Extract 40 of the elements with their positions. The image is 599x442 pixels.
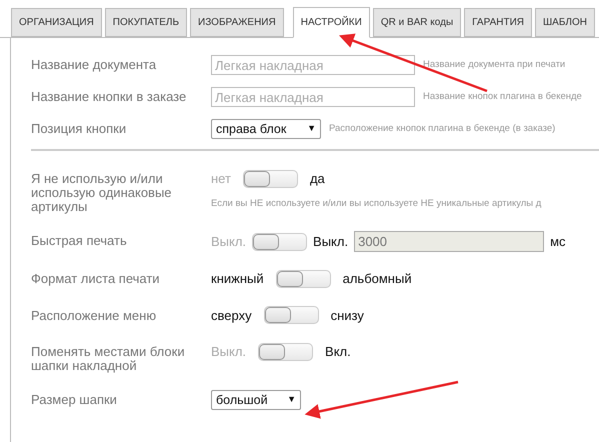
toggle-switch[interactable] bbox=[252, 232, 308, 250]
text-field[interactable]: Легкая накладная bbox=[211, 55, 415, 75]
toggle-label: Выкл. bbox=[211, 343, 246, 361]
tab[interactable]: ШАБЛОН bbox=[535, 8, 595, 37]
setting-label: Размер шапки bbox=[31, 391, 118, 407]
tab[interactable]: НАСТРОЙКИ bbox=[292, 7, 370, 38]
field-hint: Название документа при печати bbox=[423, 58, 566, 72]
tab[interactable]: QR и BAR коды bbox=[372, 8, 462, 37]
toggle-label: Вкл. bbox=[325, 343, 351, 361]
setting-label: Название кнопки в заказе bbox=[31, 88, 188, 104]
toggle-switch[interactable] bbox=[276, 270, 331, 288]
tab[interactable]: ИЗОБРАЖЕНИЯ bbox=[190, 8, 284, 37]
toggle-label: нет bbox=[211, 170, 231, 188]
toggle-label: Выкл. bbox=[211, 232, 246, 251]
tab[interactable]: ГАРАНТИЯ bbox=[464, 8, 532, 37]
setting-label: Позиция кнопки bbox=[31, 120, 128, 136]
setting-label: Расположение меню bbox=[31, 306, 158, 322]
dropdown[interactable]: большой ▼ bbox=[211, 390, 301, 410]
unit-label: мс bbox=[550, 232, 566, 251]
dropdown[interactable]: справа блок ▼ bbox=[211, 119, 321, 139]
toggle-switch[interactable] bbox=[258, 342, 314, 361]
setting-label: Формат листа печати bbox=[31, 270, 161, 286]
toggle-label: Выкл. bbox=[313, 232, 348, 251]
toggle-label: альбомный bbox=[342, 270, 412, 288]
setting-label: Поменять местами блоки шапки накладной bbox=[31, 343, 186, 373]
setting-label: Название документа bbox=[31, 56, 158, 72]
toggle-switch[interactable] bbox=[264, 306, 319, 324]
toggle-label: сверху bbox=[211, 306, 252, 325]
tab[interactable]: ОРГАНИЗАЦИЯ bbox=[11, 8, 102, 37]
setting-label: Быстрая печать bbox=[31, 232, 128, 248]
toggle-label: да bbox=[310, 170, 325, 188]
setting-label: Я не использую и/или использую одинаковые артикулы bbox=[31, 170, 173, 214]
toggle-label: снизу bbox=[330, 306, 364, 325]
toggle-label: книжный bbox=[211, 270, 264, 288]
toggle-switch[interactable] bbox=[242, 170, 298, 188]
tab[interactable]: ПОКУПАТЕЛЬ bbox=[104, 8, 188, 37]
field-hint: Расположение кнопок плагина в бекенде (в заказе) bbox=[329, 122, 556, 136]
field-hint: Если вы НЕ используете и/или вы используете НЕ уникальные артикулы д bbox=[211, 196, 542, 210]
field-hint: Название кнопок плагина в бекенде bbox=[423, 90, 582, 104]
text-field[interactable]: Легкая накладная bbox=[211, 87, 415, 107]
